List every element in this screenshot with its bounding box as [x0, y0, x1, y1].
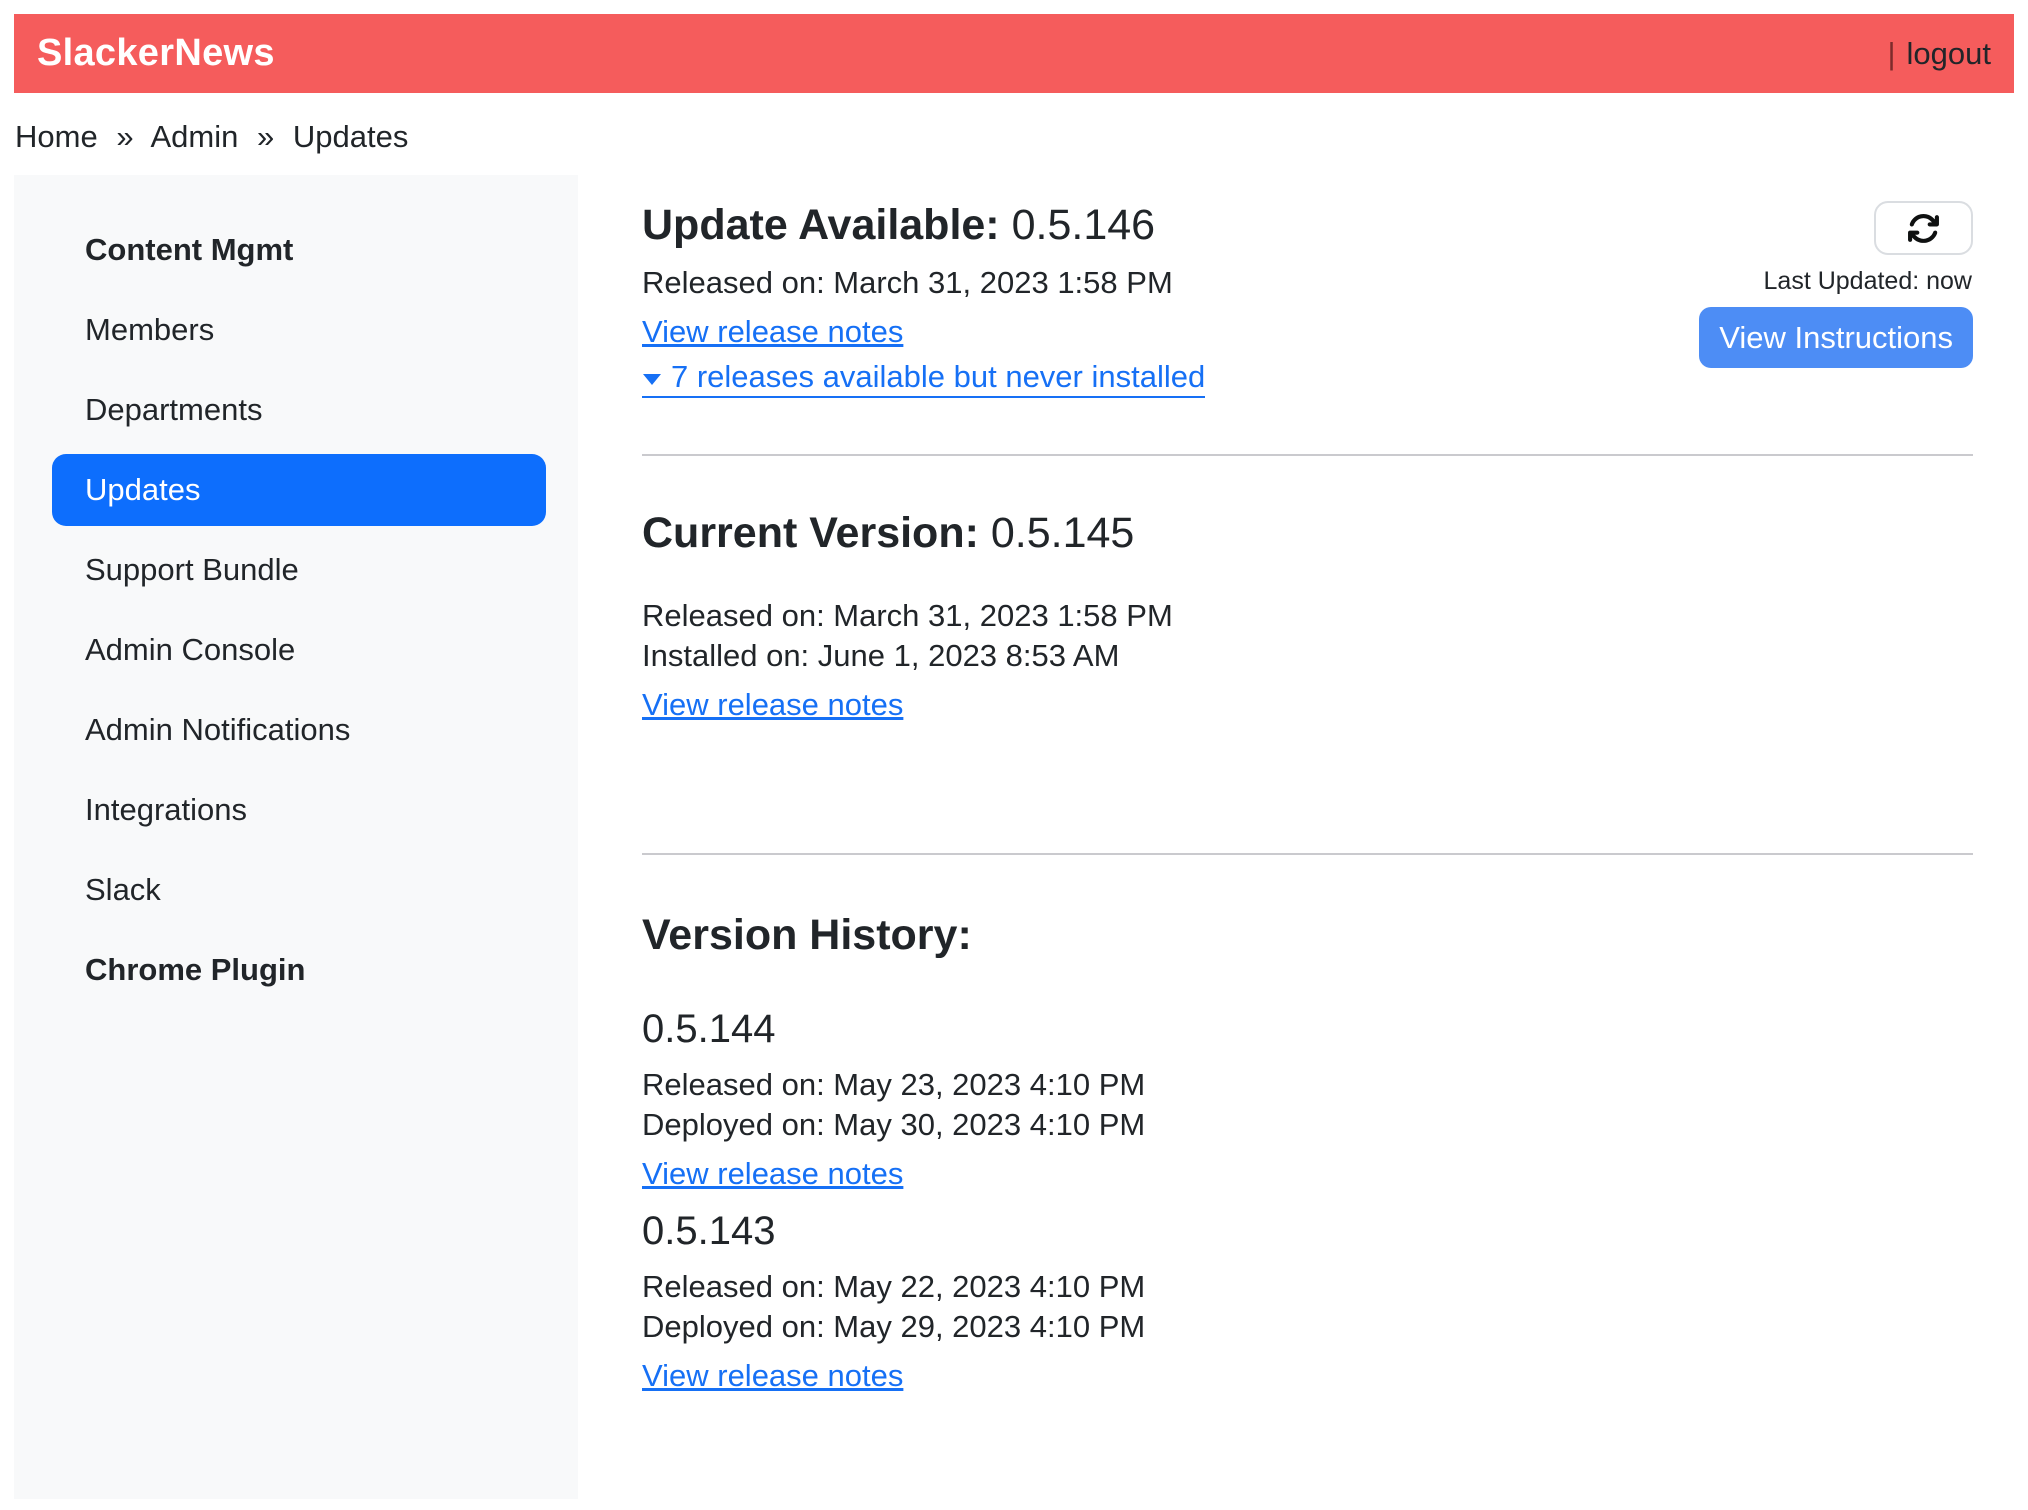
- breadcrumb-separator: »: [257, 119, 274, 154]
- breadcrumb: Home » Admin » Updates: [14, 93, 2014, 175]
- releases-never-installed-toggle[interactable]: 7 releases available but never installed: [642, 358, 1205, 398]
- sidebar-item-slack[interactable]: Slack: [14, 850, 578, 930]
- history-release-notes-link[interactable]: View release notes: [642, 1154, 903, 1194]
- releases-never-installed-label: 7 releases available but never installed: [671, 358, 1205, 396]
- sidebar-item-integrations[interactable]: Integrations: [14, 770, 578, 850]
- sidebar-item-departments[interactable]: Departments: [14, 370, 578, 450]
- update-controls: Last Updated: now View Instructions: [1699, 201, 1973, 368]
- current-version-number: 0.5.145: [991, 509, 1134, 557]
- caret-down-icon: [642, 372, 662, 386]
- history-version-number: 0.5.144: [642, 1006, 1973, 1052]
- refresh-icon: [1907, 212, 1940, 245]
- top-bar: SlackerNews | logout: [14, 14, 2014, 93]
- logout-link[interactable]: logout: [1907, 36, 1991, 72]
- breadcrumb-admin[interactable]: Admin: [150, 119, 238, 154]
- update-available-info: Update Available: 0.5.146 Released on: M…: [642, 201, 1205, 398]
- main-content: Update Available: 0.5.146 Released on: M…: [578, 175, 2014, 1396]
- version-history-heading: Version History:: [642, 911, 1973, 960]
- update-available-label: Update Available:: [642, 201, 1000, 249]
- breadcrumb-updates: Updates: [293, 119, 408, 154]
- history-deployed-on: Deployed on: May 29, 2023 4:10 PM: [642, 1307, 1973, 1347]
- update-released-on: Released on: March 31, 2023 1:58 PM: [642, 263, 1205, 303]
- history-deployed-on: Deployed on: May 30, 2023 4:10 PM: [642, 1105, 1973, 1145]
- update-available-section: Update Available: 0.5.146 Released on: M…: [642, 201, 1973, 398]
- history-version-number: 0.5.143: [642, 1208, 1973, 1254]
- history-release-notes-link[interactable]: View release notes: [642, 1356, 903, 1396]
- breadcrumb-home[interactable]: Home: [15, 119, 98, 154]
- sidebar-item-admin-notifications[interactable]: Admin Notifications: [14, 690, 578, 770]
- update-available-version: 0.5.146: [1012, 201, 1155, 249]
- logout-separator: |: [1887, 36, 1895, 72]
- current-released-on: Released on: March 31, 2023 1:58 PM: [642, 596, 1973, 636]
- current-version-heading: Current Version: 0.5.145: [642, 509, 1973, 558]
- last-updated-text: Last Updated: now: [1764, 269, 1972, 294]
- sidebar-item-admin-console[interactable]: Admin Console: [14, 610, 578, 690]
- page: SlackerNews | logout Home » Admin » Upda…: [0, 0, 2028, 1499]
- history-released-on: Released on: May 22, 2023 4:10 PM: [642, 1267, 1973, 1307]
- version-history-entry: 0.5.144 Released on: May 23, 2023 4:10 P…: [642, 1006, 1973, 1194]
- view-instructions-button[interactable]: View Instructions: [1699, 307, 1973, 368]
- refresh-button[interactable]: [1874, 201, 1973, 255]
- content-layout: Content Mgmt Members Departments Updates…: [14, 175, 2014, 1499]
- version-history-section: Version History: 0.5.144 Released on: Ma…: [642, 855, 1973, 1396]
- current-version-label: Current Version:: [642, 509, 979, 557]
- sidebar-item-updates[interactable]: Updates: [52, 454, 546, 526]
- logout-area: | logout: [1887, 36, 1991, 72]
- app-brand: SlackerNews: [37, 32, 275, 75]
- admin-sidebar: Content Mgmt Members Departments Updates…: [14, 175, 578, 1499]
- version-history-entry: 0.5.143 Released on: May 22, 2023 4:10 P…: [642, 1208, 1973, 1396]
- update-release-notes-link[interactable]: View release notes: [642, 312, 903, 352]
- breadcrumb-separator: »: [116, 119, 133, 154]
- sidebar-item-members[interactable]: Members: [14, 290, 578, 370]
- sidebar-item-support-bundle[interactable]: Support Bundle: [14, 530, 578, 610]
- history-released-on: Released on: May 23, 2023 4:10 PM: [642, 1065, 1973, 1105]
- update-available-heading: Update Available: 0.5.146: [642, 201, 1205, 250]
- current-version-section: Current Version: 0.5.145 Released on: Ma…: [642, 456, 1973, 725]
- sidebar-item-content-mgmt[interactable]: Content Mgmt: [14, 210, 578, 290]
- sidebar-item-chrome-plugin[interactable]: Chrome Plugin: [14, 930, 578, 1010]
- current-release-notes-link[interactable]: View release notes: [642, 685, 903, 725]
- current-installed-on: Installed on: June 1, 2023 8:53 AM: [642, 636, 1973, 676]
